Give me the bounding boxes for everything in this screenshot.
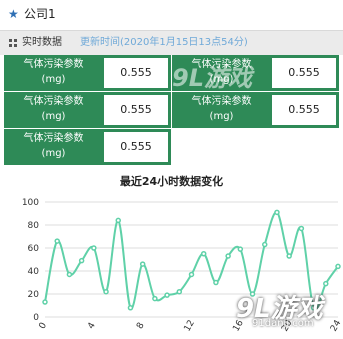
x-tick-label: 4 [86, 321, 98, 331]
y-tick-label: 40 [28, 267, 40, 277]
company-title: 公司1 [24, 7, 56, 21]
y-tick-label: 20 [28, 290, 40, 300]
realtime-bar: 实时数据 更新时间(2020年1月15日13点54分) [0, 30, 343, 55]
data-point [286, 253, 292, 259]
grid-icon [9, 39, 17, 47]
data-point [78, 257, 85, 264]
x-tick-label: 24 [329, 318, 343, 333]
y-tick-label: 80 [28, 221, 40, 231]
card-label: 气体污染参数 (mg) [23, 59, 84, 85]
card-label: 气体污染参数 (mg) [23, 133, 84, 159]
y-tick-label: 100 [22, 198, 39, 208]
x-tick-label: 12 [183, 319, 197, 334]
data-point [335, 263, 341, 270]
data-point [188, 271, 195, 278]
x-tick-label: 8 [135, 321, 147, 331]
data-point [176, 288, 183, 295]
watermark-site: 91danji.com [252, 318, 314, 329]
data-point [115, 217, 121, 224]
data-point [152, 295, 158, 302]
card-value: 0.555 [104, 58, 168, 88]
data-point [127, 305, 134, 311]
data-point [103, 288, 109, 295]
data-point [213, 279, 219, 286]
card-label: 气体污染参数 (mg) [23, 96, 84, 122]
data-point [200, 251, 207, 257]
data-point [66, 271, 73, 278]
data-point [323, 280, 329, 287]
data-card-5[interactable]: 气体污染参数 (mg) 0.555 [4, 129, 171, 165]
watermark-logo-top: 9L游戏 [172, 64, 252, 92]
card-value: 0.555 [104, 132, 168, 162]
card-value: 0.555 [104, 95, 168, 125]
update-time: 更新时间(2020年1月15日13点54分) [80, 37, 248, 48]
y-tick-label: 0 [33, 313, 39, 323]
card-label: 气体污染参数 (mg) [191, 96, 252, 122]
data-card-4[interactable]: 气体污染参数 (mg) 0.555 [172, 92, 339, 128]
data-point [274, 209, 280, 216]
data-card-3[interactable]: 气体污染参数 (mg) 0.555 [4, 92, 171, 128]
data-card-1[interactable]: 气体污染参数 (mg) 0.555 [4, 55, 171, 91]
realtime-label: 实时数据 [22, 37, 62, 48]
data-point [262, 241, 268, 248]
data-point [54, 238, 60, 244]
data-point [237, 246, 244, 252]
data-point [42, 299, 48, 305]
data-point [298, 225, 305, 232]
star-icon[interactable]: ★ [8, 7, 19, 21]
data-point [139, 261, 146, 267]
y-tick-label: 60 [28, 244, 40, 254]
data-point [164, 292, 170, 298]
chart-title: 最近24小时数据变化 [119, 175, 224, 188]
data-point [225, 253, 231, 259]
data-point [91, 245, 97, 251]
card-value: 0.555 [272, 95, 336, 125]
x-tick-label: 0 [38, 321, 50, 331]
card-value: 0.555 [272, 58, 336, 88]
header-bar: ★ 公司1 [0, 0, 343, 30]
